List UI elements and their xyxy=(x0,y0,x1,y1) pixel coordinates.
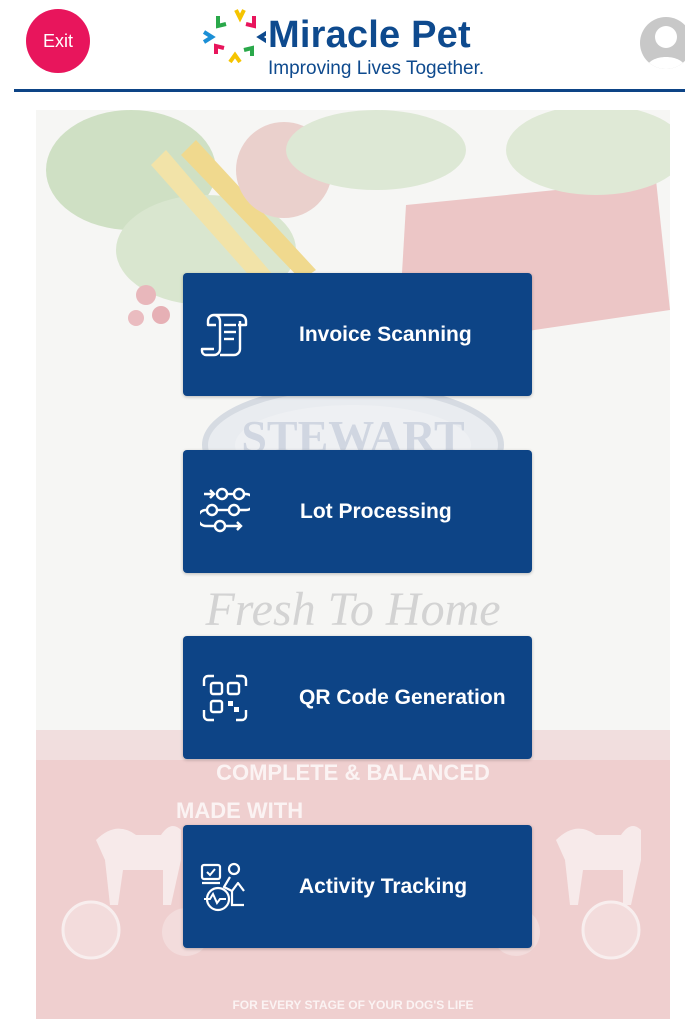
lot-processing-label: Lot Processing xyxy=(300,499,452,523)
package-slogan-text: Fresh To Home xyxy=(205,583,501,636)
header-divider xyxy=(14,89,685,92)
invoice-scanning-button[interactable]: Invoice Scanning xyxy=(183,273,532,396)
package-claim-text: COMPLETE & BALANCED xyxy=(216,760,490,785)
lot-processing-button[interactable]: Lot Processing xyxy=(183,450,532,573)
package-footer-text: FOR EVERY STAGE OF YOUR DOG'S LIFE xyxy=(232,998,474,1012)
activity-tracking-button[interactable]: Activity Tracking xyxy=(183,825,532,948)
invoice-scroll-icon xyxy=(200,313,248,357)
user-silhouette-icon xyxy=(646,26,685,69)
qr-code-icon xyxy=(202,674,248,722)
miracle-pet-logo: Miracle Pet Improving Lives Together. xyxy=(196,4,516,80)
activity-tracking-label: Activity Tracking xyxy=(299,874,468,898)
logo-burst-icon xyxy=(202,9,266,64)
invoice-scanning-label: Invoice Scanning xyxy=(299,322,472,346)
activity-tracking-icon xyxy=(200,862,245,912)
user-avatar[interactable] xyxy=(640,17,685,69)
logo-tagline: Improving Lives Together. xyxy=(268,58,485,79)
logo-title: Miracle Pet xyxy=(268,14,471,56)
package-made-with-text: MADE WITH xyxy=(176,798,304,823)
process-flow-icon xyxy=(200,487,250,533)
qr-code-generation-label: QR Code Generation xyxy=(299,685,506,709)
app-header: Exit Miracle Pet Improving Lives Togethe… xyxy=(0,0,685,95)
exit-button[interactable]: Exit xyxy=(26,9,90,73)
qr-code-generation-button[interactable]: QR Code Generation xyxy=(183,636,532,759)
